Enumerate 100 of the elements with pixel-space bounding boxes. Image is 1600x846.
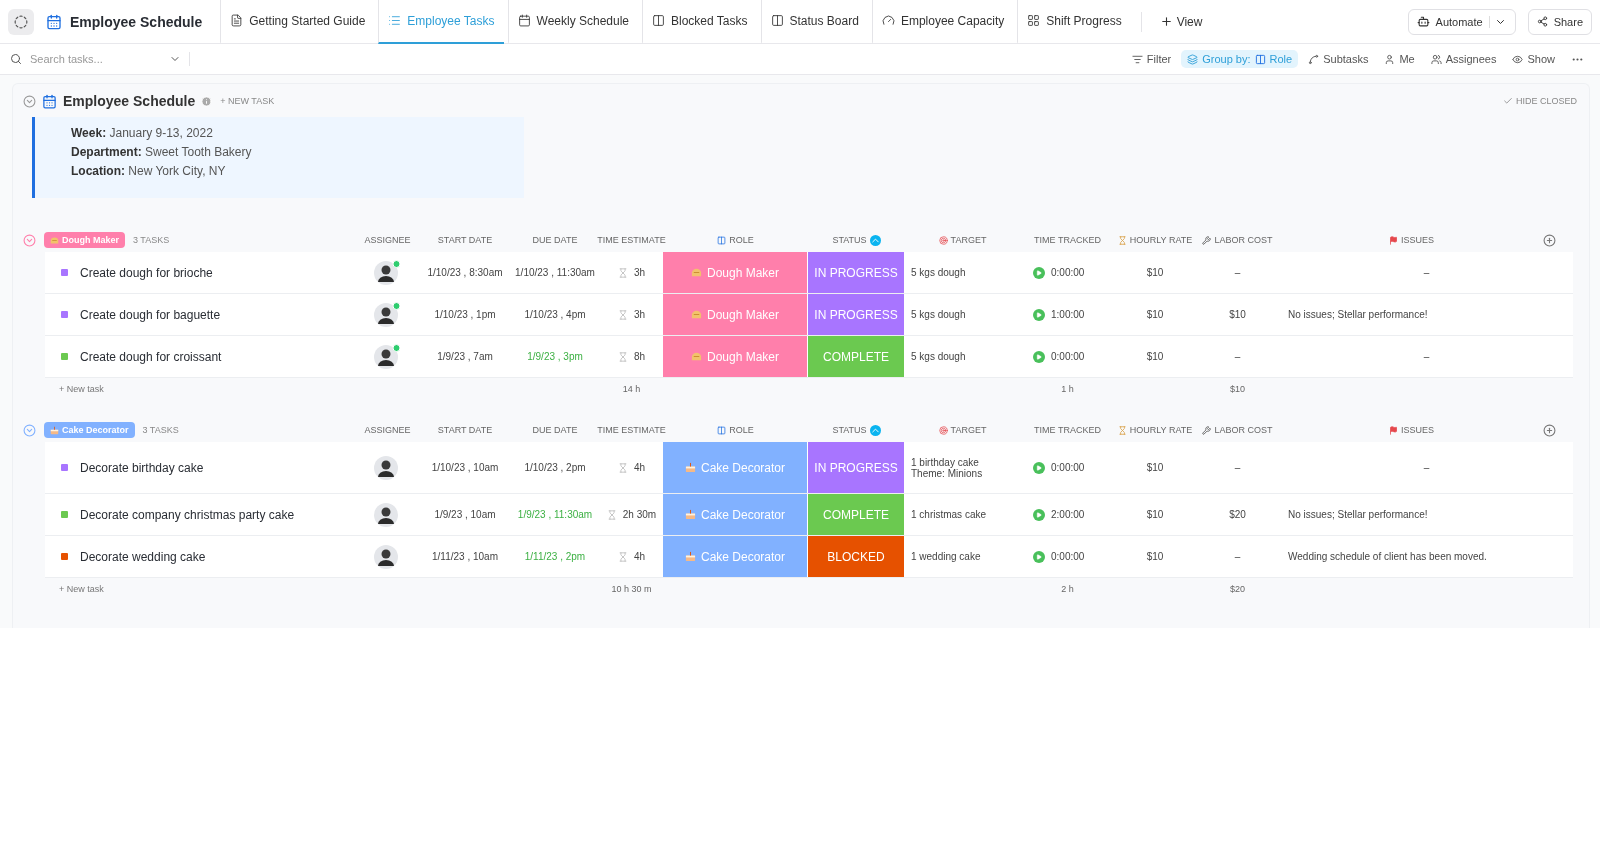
plus-icon (1159, 15, 1173, 28)
wrench-icon (1202, 425, 1212, 435)
target-text: 5 kgs dough (910, 309, 967, 320)
column-header[interactable]: STATUS (808, 234, 905, 246)
task-count: 3 TASKS (133, 235, 170, 245)
new-task-button[interactable]: + NEW TASK (218, 96, 277, 106)
column-header[interactable]: TIME TRACKED (1020, 235, 1115, 245)
add-view-button[interactable]: View (1151, 14, 1211, 29)
column-header[interactable]: LABOR COST (1195, 235, 1280, 245)
assignees-button[interactable]: Assignees (1424, 50, 1503, 68)
hourly-rate: $10 (1145, 267, 1165, 278)
me-button[interactable]: Me (1378, 50, 1421, 68)
labor-total: $10 (1229, 384, 1246, 394)
automate-button[interactable]: Automate (1407, 8, 1516, 35)
board-icon (652, 14, 665, 27)
info-icon[interactable] (201, 95, 213, 107)
view-tab[interactable]: Blocked Tasks (642, 0, 757, 44)
status-cell[interactable]: IN PROGRESS (808, 442, 905, 493)
column-header[interactable]: STATUS (808, 424, 905, 436)
collapse-icon[interactable] (23, 94, 36, 108)
column-header[interactable]: ASSIGNEE (355, 235, 420, 245)
collapse-icon[interactable] (23, 423, 36, 437)
search-icon (10, 53, 22, 65)
task-name[interactable]: Decorate company christmas party cake (80, 507, 295, 522)
sort-icon[interactable] (869, 234, 881, 246)
status-cell[interactable]: IN PROGRESS (808, 252, 905, 293)
board-icon (770, 14, 784, 27)
view-tab[interactable]: Employee Capacity (871, 0, 1014, 44)
hourglass-icon (1117, 235, 1127, 245)
grid-icon (1027, 14, 1041, 27)
search-field[interactable]: Search tasks... (28, 52, 163, 66)
filter-button[interactable]: Filter (1125, 50, 1178, 68)
status-square[interactable] (61, 511, 68, 518)
task-name[interactable]: Create dough for baguette (80, 307, 221, 322)
view-tab[interactable]: Weekly Schedule (507, 0, 638, 44)
time-estimate: 8h (633, 351, 646, 362)
target-text: 5 kgs dough (910, 351, 967, 362)
role-icon (717, 425, 727, 435)
issues-text: No issues; Stellar performance! (1287, 509, 1429, 520)
column-header[interactable]: LABOR COST (1195, 425, 1280, 435)
status-cell[interactable]: BLOCKED (808, 536, 905, 577)
column-header[interactable]: START DATE (420, 425, 510, 435)
status-square[interactable] (61, 464, 68, 471)
view-tab[interactable]: Shift Progress (1017, 0, 1131, 44)
task-name[interactable]: Create dough for croissant (80, 349, 222, 364)
status-square[interactable] (61, 353, 68, 360)
due-date: 1/11/23 , 2pm (523, 551, 587, 562)
play-icon[interactable] (1033, 461, 1045, 474)
column-header[interactable]: ISSUES (1280, 235, 1543, 245)
new-task-button[interactable]: + New task (45, 584, 355, 594)
dashed-circle-icon (14, 14, 28, 29)
column-header[interactable]: START DATE (420, 235, 510, 245)
view-tab[interactable]: Getting Started Guide (220, 0, 375, 44)
status-square[interactable] (61, 553, 68, 560)
column-header[interactable]: TARGET (905, 235, 1020, 245)
status-square[interactable] (61, 311, 68, 318)
column-header[interactable]: TIME TRACKED (1020, 425, 1115, 435)
collapse-icon[interactable] (23, 233, 36, 247)
status-square[interactable] (61, 269, 68, 276)
view-tab[interactable]: Status Board (760, 0, 868, 44)
time-tracked: 0:00:00 (1051, 551, 1085, 562)
start-date: 1/9/23 , 7am (436, 351, 494, 362)
column-header[interactable]: HOURLY RATE (1115, 425, 1195, 435)
time-tracked: 0:00:00 (1051, 351, 1085, 362)
subtasks-button[interactable]: Subtasks (1302, 50, 1375, 68)
share-button[interactable]: Share (1527, 8, 1592, 35)
column-header[interactable]: ISSUES (1280, 425, 1543, 435)
role-icon (1254, 53, 1266, 65)
status-cell[interactable]: IN PROGRESS (808, 294, 905, 335)
start-date: 1/10/23 , 8:30am (426, 267, 504, 278)
task-name[interactable]: Decorate wedding cake (80, 549, 206, 564)
tracked-total: 1 h (1060, 384, 1075, 394)
workspace-title: Employee Schedule (70, 13, 203, 30)
new-task-button[interactable]: + New task (45, 384, 355, 394)
column-header[interactable]: HOURLY RATE (1115, 235, 1195, 245)
column-header[interactable]: ASSIGNEE (355, 425, 420, 435)
play-icon[interactable] (1033, 308, 1045, 321)
column-header[interactable]: TARGET (905, 425, 1020, 435)
play-icon[interactable] (1033, 266, 1045, 279)
show-button[interactable]: Show (1506, 50, 1561, 68)
play-icon[interactable] (1033, 350, 1045, 363)
add-column-icon[interactable] (1543, 423, 1556, 437)
add-column-icon[interactable] (1543, 233, 1556, 247)
view-tab[interactable]: Employee Tasks (378, 0, 504, 44)
play-icon[interactable] (1033, 508, 1045, 521)
task-name[interactable]: Decorate birthday cake (80, 460, 204, 475)
start-date: 1/11/23 , 10am (431, 551, 499, 562)
target-text: 1 christmas cake (910, 509, 988, 520)
play-icon[interactable] (1033, 550, 1045, 563)
hide-closed-button[interactable]: HIDE CLOSED (1501, 96, 1579, 106)
task-name[interactable]: Create dough for brioche (80, 265, 213, 280)
hourly-rate: $10 (1145, 509, 1165, 520)
group-tag: Dough Maker (44, 232, 125, 248)
cake-icon (684, 462, 696, 473)
sort-icon[interactable] (869, 424, 881, 436)
description-line: Week: January 9-13, 2022 (71, 126, 214, 140)
robot-icon (1416, 15, 1430, 28)
issues-text: Wedding schedule of client has been moved. (1287, 551, 1488, 562)
chevron-down-icon (1488, 15, 1507, 28)
space-button[interactable] (8, 8, 34, 35)
